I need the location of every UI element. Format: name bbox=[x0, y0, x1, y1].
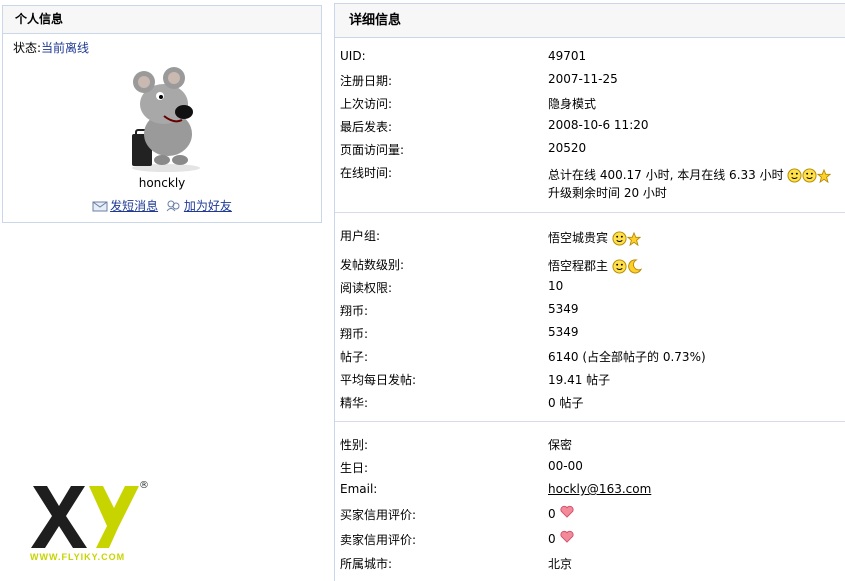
info-label: 买家信用评价: bbox=[340, 508, 417, 522]
info-label: 发帖数级别: bbox=[340, 258, 405, 272]
info-label: 所属城市: bbox=[340, 557, 393, 571]
detail-info-title: 详细信息 bbox=[335, 4, 845, 38]
online-time-line1: 总计在线 400.17 小时, 本月在线 6.33 小时 bbox=[548, 166, 832, 183]
add-friend-icon bbox=[166, 200, 180, 211]
status-label: 状态: bbox=[13, 41, 42, 55]
send-message-label: 发短消息 bbox=[110, 199, 159, 213]
info-value: 悟空程郡主 bbox=[548, 259, 609, 273]
info-value: 悟空城贵宾 bbox=[548, 231, 609, 245]
online-time-line2: 升级剩余时间 20 小时 bbox=[548, 186, 667, 200]
registered-mark: ® bbox=[139, 480, 149, 491]
personal-info-title: 个人信息 bbox=[3, 6, 321, 34]
info-value: 49701 bbox=[548, 49, 587, 63]
info-label: 在线时间: bbox=[340, 166, 393, 180]
info-label: Email: bbox=[340, 482, 378, 496]
info-value: 5349 bbox=[548, 302, 579, 316]
info-label: 翔币: bbox=[340, 327, 369, 341]
info-value: 隐身模式 bbox=[548, 97, 597, 111]
info-value: 00-00 bbox=[548, 459, 583, 473]
info-label: 用户组: bbox=[340, 229, 381, 243]
heart-icon bbox=[560, 505, 575, 518]
username: honckly bbox=[138, 176, 186, 190]
star-icon bbox=[626, 231, 641, 246]
add-friend-link[interactable]: 加为好友 bbox=[166, 197, 232, 214]
smiley-icon bbox=[787, 168, 802, 183]
info-label: 卖家信用评价: bbox=[340, 533, 417, 547]
info-label: 生日: bbox=[340, 461, 369, 475]
smiley-icon bbox=[612, 231, 627, 246]
envelope-icon bbox=[92, 201, 108, 211]
status-line: 状态:当前离线 bbox=[13, 39, 89, 56]
info-value: 北京 bbox=[548, 557, 573, 571]
logo-url-text: WWW.FLYIKY.COM bbox=[30, 552, 126, 562]
info-label: 精华: bbox=[340, 396, 369, 410]
info-value: 20520 bbox=[548, 141, 587, 155]
info-label: 注册日期: bbox=[340, 74, 393, 88]
info-label: 性别: bbox=[340, 438, 369, 452]
online-time-text: 总计在线 400.17 小时, 本月在线 6.33 小时 bbox=[548, 168, 784, 182]
info-label: 上次访问: bbox=[340, 97, 393, 111]
info-label: 平均每日发帖: bbox=[340, 373, 417, 387]
info-value: 19.41 帖子 bbox=[548, 373, 611, 387]
info-value-group: 0 bbox=[548, 505, 575, 521]
info-value: 6140 (占全部帖子的 0.73%) bbox=[548, 350, 706, 364]
info-value-group: 悟空城贵宾 bbox=[548, 229, 641, 246]
send-message-link[interactable]: 发短消息 bbox=[92, 197, 158, 214]
info-label: 阅读权限: bbox=[340, 281, 393, 295]
info-value: 2007-11-25 bbox=[548, 72, 618, 86]
status-value-link[interactable]: 当前离线 bbox=[41, 41, 89, 55]
info-value: 0 帖子 bbox=[548, 396, 584, 410]
moon-icon bbox=[628, 259, 642, 274]
info-label: 帖子: bbox=[340, 350, 369, 364]
info-value: 0 bbox=[548, 532, 556, 546]
site-logo: ® WWW.FLYIKY.COM bbox=[25, 480, 155, 565]
info-value-group: 悟空程郡主 bbox=[548, 257, 642, 274]
email-link[interactable]: hockly@163.com bbox=[548, 482, 651, 496]
add-friend-label: 加为好友 bbox=[183, 199, 232, 213]
info-label: 页面访问量: bbox=[340, 143, 405, 157]
info-value: 10 bbox=[548, 279, 564, 293]
info-value-group: 0 bbox=[548, 530, 575, 546]
info-label: UID: bbox=[340, 49, 366, 63]
section-divider bbox=[335, 212, 845, 213]
personal-info-panel: 个人信息 状态:当前离线 honckly 发短消息 加为好友 bbox=[2, 5, 322, 223]
avatar bbox=[132, 67, 200, 172]
info-value: 5349 bbox=[548, 325, 579, 339]
profile-actions: 发短消息 加为好友 bbox=[3, 197, 321, 215]
info-value: 2008-10-6 11:20 bbox=[548, 118, 649, 132]
info-label: 翔币: bbox=[340, 304, 369, 318]
section-divider bbox=[335, 421, 845, 422]
star-icon bbox=[817, 168, 832, 183]
info-label: 最后发表: bbox=[340, 120, 393, 134]
smiley-icon bbox=[612, 259, 627, 274]
smiley-icon bbox=[802, 168, 817, 183]
detail-info-panel: 详细信息 UID: 49701 注册日期: 2007-11-25 上次访问: 隐… bbox=[334, 3, 845, 581]
info-value: 0 bbox=[548, 507, 556, 521]
info-value: 保密 bbox=[548, 438, 573, 452]
heart-icon bbox=[560, 530, 575, 543]
